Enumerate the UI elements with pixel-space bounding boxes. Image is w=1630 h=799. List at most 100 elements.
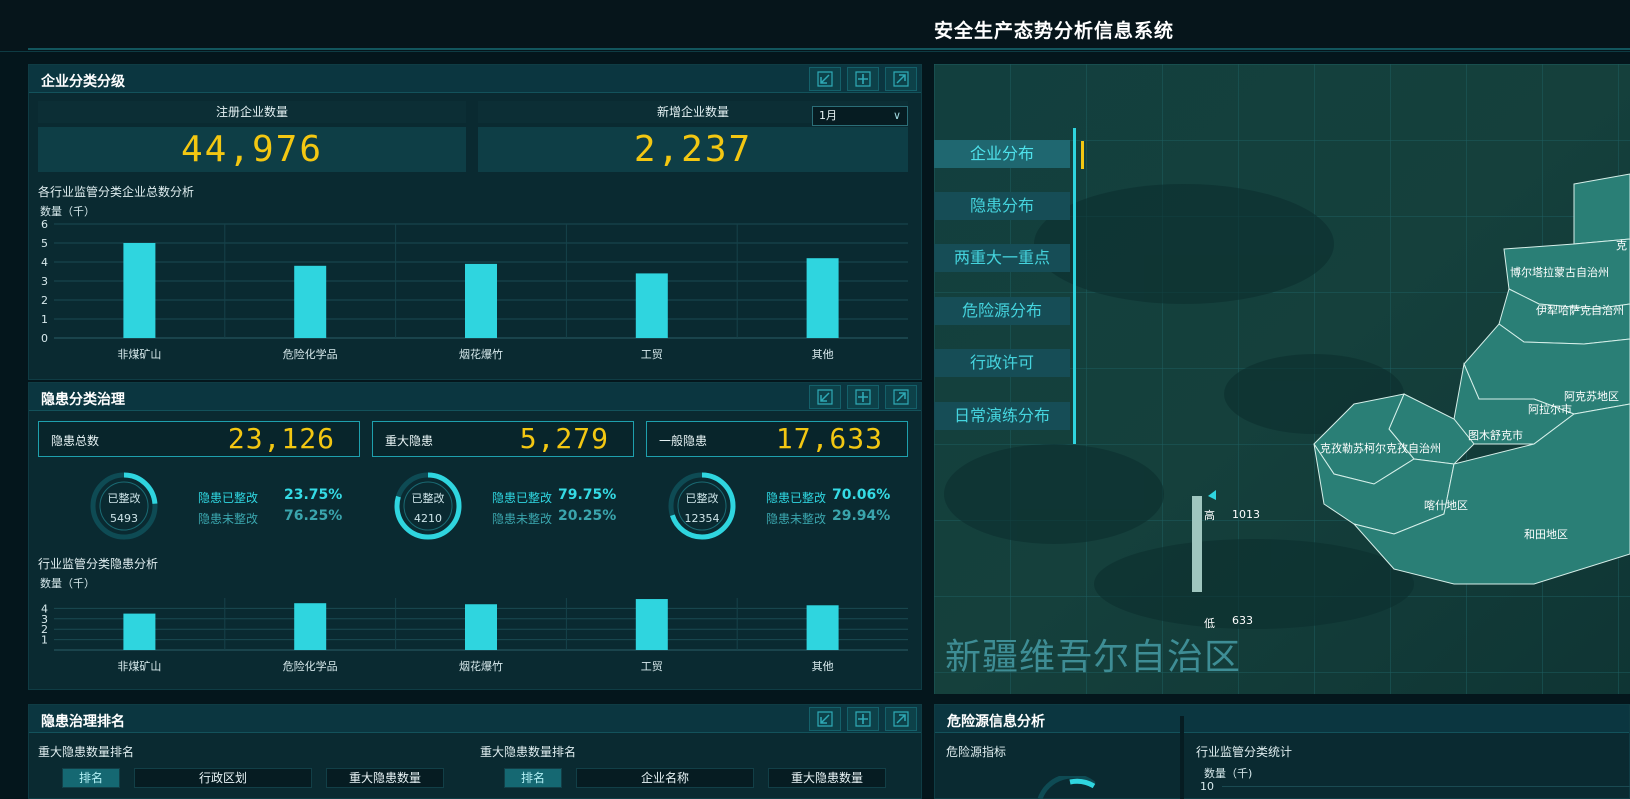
x-tick-label: 非煤矿山	[117, 660, 161, 673]
x-tick-label: 危险化学品	[283, 659, 338, 673]
x-tick-label: 危险化学品	[283, 347, 338, 361]
top-header: 安全生产态势分析信息系统	[0, 0, 1630, 52]
general-hazard-card: 一般隐患 17,633	[646, 421, 908, 457]
hazard-chart-ylabel: 数量（千）	[40, 577, 95, 590]
ring-center-label: 已整改	[685, 492, 719, 505]
left-ranking-title: 重大隐患数量排名	[38, 745, 135, 759]
collapse-button[interactable]	[809, 67, 841, 91]
fixed-pct: 23.75%	[284, 487, 343, 503]
rectification-ring	[668, 472, 736, 540]
legend-bar	[1192, 496, 1202, 592]
map-menu-item[interactable]: 企业分布	[934, 140, 1070, 168]
ranking-panel-title: 隐患治理排名	[41, 714, 125, 730]
danger-gauge	[1037, 776, 1096, 799]
bar	[294, 265, 327, 338]
collapse-button[interactable]	[809, 385, 841, 409]
y-tick-label: 3	[41, 275, 48, 288]
x-tick-label: 工贸	[641, 660, 663, 673]
hazard-panel-header: 隐患分类治理	[29, 383, 921, 411]
map-menu-item[interactable]: 日常演练分布	[934, 402, 1070, 430]
ring-count: 4210	[414, 512, 442, 525]
arrow-up-right-icon	[893, 71, 909, 87]
column-header-count[interactable]: 重大隐患数量	[768, 768, 886, 788]
map-place-label: 阿拉尔市	[1528, 403, 1572, 416]
unfixed-label: 隐患未整改	[492, 512, 553, 526]
expand-button[interactable]	[885, 67, 917, 91]
arrow-down-left-icon	[817, 71, 833, 87]
x-tick-label: 烟花爆竹	[459, 347, 503, 361]
month-select[interactable]: 1月 ∨	[812, 106, 908, 126]
hazard-card-label: 重大隐患	[385, 434, 434, 448]
bar	[465, 263, 497, 338]
bar	[806, 605, 839, 650]
expand-button[interactable]	[885, 707, 917, 731]
ring-center-label: 已整改	[107, 492, 141, 505]
legend-min-value: 633	[1232, 614, 1253, 627]
arrow-up-right-icon	[893, 389, 909, 405]
column-header-rank[interactable]: 排名	[504, 768, 562, 788]
arrow-up-right-icon	[893, 711, 909, 727]
map-menu-item[interactable]: 两重大一重点	[934, 244, 1070, 272]
map-place-label: 克孜勒苏柯尔克孜自治州	[1320, 442, 1441, 455]
map-place-label: 克	[1616, 239, 1627, 252]
header-divider	[28, 48, 1630, 50]
bar	[294, 603, 327, 650]
x-tick-label: 其他	[812, 348, 834, 361]
major-hazard-card: 重大隐患 5,279	[372, 421, 634, 457]
danger-chart-ylabel: 数量（千)	[1204, 767, 1253, 780]
hazard-card-value: 5,279	[519, 422, 609, 455]
danger-chart-ytop: 10	[1200, 780, 1214, 793]
month-select-value: 1月	[819, 109, 837, 122]
column-header-rank[interactable]: 排名	[62, 768, 120, 788]
unfixed-pct: 29.94%	[832, 508, 891, 524]
legend-high-label: 高	[1204, 509, 1215, 522]
new-count-value: 2,237	[478, 127, 908, 172]
plus-icon	[855, 711, 871, 727]
unfixed-pct: 76.25%	[284, 508, 343, 524]
plus-icon	[855, 389, 871, 405]
hazard-card-value: 23,126	[227, 422, 335, 455]
hazard-panel-title: 隐患分类治理	[41, 392, 125, 408]
bar	[806, 258, 839, 338]
x-tick-label: 烟花爆竹	[459, 659, 503, 673]
map-menu-rail	[1073, 128, 1076, 444]
danger-chart-gridline	[1222, 786, 1630, 787]
hazard-card-label: 隐患总数	[51, 434, 100, 448]
hazard-total-card: 隐患总数 23,126	[38, 421, 360, 457]
column-header-count[interactable]: 重大隐患数量	[326, 768, 444, 788]
ring-count: 12354	[684, 512, 720, 525]
map-menu-item[interactable]: 危险源分布	[934, 297, 1070, 325]
ring-count: 5493	[110, 512, 138, 525]
hazard-card-label: 一般隐患	[659, 434, 708, 448]
fixed-label: 隐患已整改	[492, 491, 553, 505]
danger-panel-header: 危险源信息分析	[935, 705, 1629, 733]
add-button[interactable]	[847, 385, 879, 409]
collapse-button[interactable]	[809, 707, 841, 731]
bar	[123, 613, 156, 650]
column-header-region[interactable]: 行政区划	[134, 768, 312, 788]
arrow-down-left-icon	[817, 389, 833, 405]
page-title: 安全生产态势分析信息系统	[934, 20, 1175, 42]
map-menu-item[interactable]: 行政许可	[934, 349, 1070, 377]
chevron-down-icon: ∨	[892, 109, 901, 122]
y-tick-label: 4	[41, 256, 48, 269]
expand-button[interactable]	[885, 385, 917, 409]
column-header-company[interactable]: 企业名称	[576, 768, 754, 788]
map-place-label: 阿克苏地区	[1564, 390, 1619, 403]
rectification-ring	[90, 472, 158, 540]
arrow-down-left-icon	[817, 711, 833, 727]
map-region-name: 新疆维吾尔自治区	[945, 637, 1242, 678]
enterprise-bar-chart: 0 1 2 3 4 5 6 非煤矿山 危险化学品 烟花爆竹 工贸 其他	[41, 218, 908, 361]
enterprise-chart-title: 各行业监管分类企业总数分析	[38, 185, 195, 199]
bar	[635, 273, 668, 338]
hazard-chart-title: 行业监管分类隐患分析	[38, 557, 159, 571]
y-tick-label: 0	[41, 332, 48, 345]
map-menu-item[interactable]: 隐患分布	[934, 192, 1070, 220]
add-button[interactable]	[847, 707, 879, 731]
panel-toolbar	[809, 385, 917, 409]
add-button[interactable]	[847, 67, 879, 91]
ring-center-label: 已整改	[411, 492, 445, 505]
map-place-label: 伊犁哈萨克自治州	[1536, 304, 1624, 317]
y-tick-label: 4	[41, 602, 48, 615]
registered-count-label: 注册企业数量	[38, 101, 466, 123]
